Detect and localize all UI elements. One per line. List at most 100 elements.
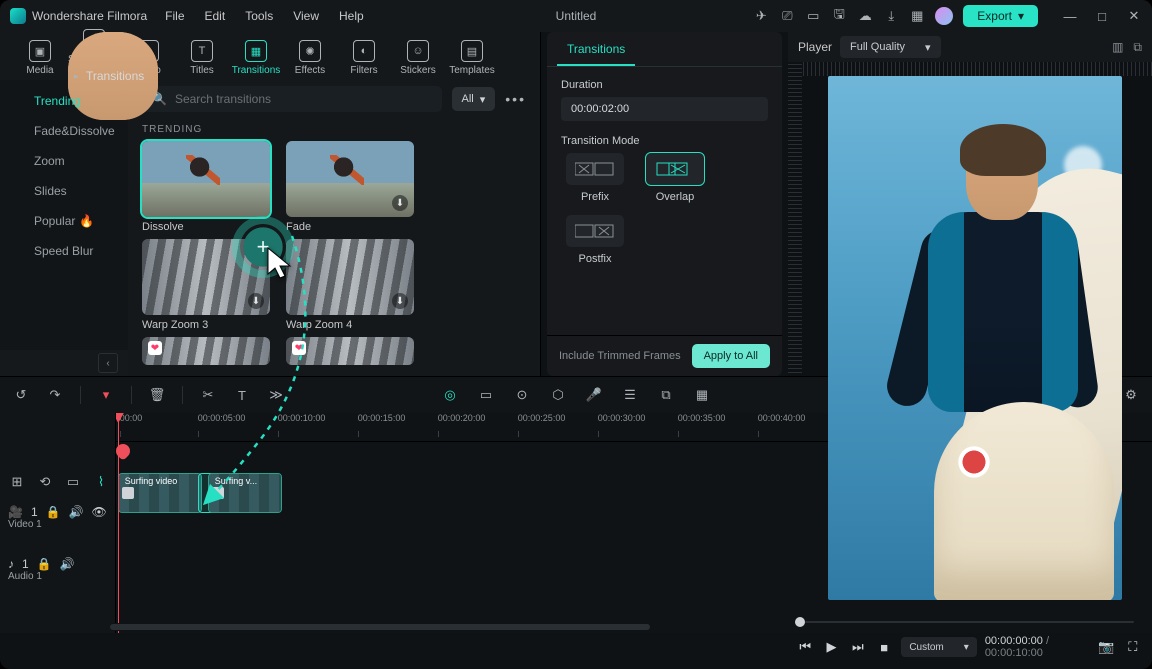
inspect-tab-transitions[interactable]: Transitions (557, 34, 635, 66)
pager-prev[interactable]: ‹ (98, 353, 118, 373)
tab-transitions[interactable]: ▦Transitions (230, 40, 282, 80)
asset-grid: 🔍 Search transitions All▾ ••• TRENDING D… (128, 80, 540, 376)
sidebar-item-speedblur[interactable]: Speed Blur (0, 236, 128, 266)
tab-titles[interactable]: TTitles (176, 40, 228, 80)
tab-effects[interactable]: ✺Effects (284, 40, 336, 80)
mode-overlap[interactable]: Overlap (641, 153, 709, 203)
menu-help[interactable]: Help (339, 9, 364, 23)
sidebar-item-popular[interactable]: Popular🔥 (0, 206, 128, 236)
preview-scrubber[interactable] (800, 618, 1134, 626)
window-minimize-icon[interactable]: ― (1062, 8, 1078, 24)
screen-icon[interactable]: ▭ (805, 8, 821, 24)
mode-postfix[interactable]: Postfix (561, 215, 629, 265)
mic-icon[interactable]: 🎤 (585, 386, 603, 404)
preview-image (828, 76, 1122, 600)
device-icon[interactable]: ⎚ (779, 8, 795, 24)
snapshot-icon[interactable]: 📷 (1097, 636, 1115, 658)
menu-tools[interactable]: Tools (245, 9, 273, 23)
more-options-icon[interactable]: ••• (505, 91, 526, 107)
track-add-icon[interactable]: ⊞ (8, 473, 26, 491)
mute-icon[interactable]: 🔊 (69, 505, 84, 519)
magnet-icon[interactable]: ⌇ (92, 473, 110, 491)
apps-icon[interactable]: ▦ (909, 8, 925, 24)
send-icon[interactable]: ✈ (753, 8, 769, 24)
duration-input[interactable]: 00:00:02:00 (561, 97, 768, 121)
download-icon[interactable]: ⬇ (248, 293, 264, 309)
thumb-dissolve[interactable]: Dissolve (142, 141, 270, 233)
menu-edit[interactable]: Edit (205, 9, 226, 23)
thumb-extra-2[interactable]: ❤ (286, 337, 414, 365)
undo-icon[interactable]: ↺ (12, 386, 30, 404)
fit-select[interactable]: Custom▾ (901, 637, 976, 657)
crop-icon[interactable]: ▭ (477, 386, 495, 404)
transitions-icon: ▦ (245, 40, 267, 62)
prev-frame-icon[interactable]: ⏮ (796, 636, 814, 658)
speed-icon[interactable]: ⊙ (513, 386, 531, 404)
next-frame-icon[interactable]: ⏭ (849, 636, 867, 658)
compare-icon[interactable]: ▥ (1112, 40, 1123, 55)
visibility-icon[interactable]: 👁 (92, 505, 107, 519)
ruler-horizontal (788, 62, 1152, 76)
document-title: Untitled (556, 9, 597, 23)
thumb-extra-1[interactable]: ❤ (142, 337, 270, 365)
menu-file[interactable]: File (165, 9, 184, 23)
mode-prefix[interactable]: Prefix (561, 153, 629, 203)
playhead[interactable] (118, 413, 119, 633)
thumb-fade[interactable]: ⬇ Fade (286, 141, 414, 233)
ai-icon[interactable]: ◎ (441, 386, 459, 404)
tab-templates[interactable]: ▤Templates (446, 40, 498, 80)
sidebar-item-trending[interactable]: Trending (0, 86, 128, 116)
download-icon[interactable]: ⬇ (392, 195, 408, 211)
settings-icon[interactable]: ⚙ (1122, 386, 1140, 404)
titles-icon: T (191, 40, 213, 62)
mute-icon[interactable]: 🔊 (60, 557, 75, 571)
player-controls: ⏮ ▶ ⏭ ■ Custom▾ 00:00:00:00 / 00:00:10:0… (796, 632, 1142, 662)
clip-1[interactable]: Surfing video (118, 473, 202, 513)
lock-icon[interactable]: 🔒 (46, 505, 61, 519)
fullscreen-icon[interactable]: ⛶ (1124, 636, 1142, 658)
lock-icon[interactable]: 🔒 (37, 557, 52, 571)
cloud-icon[interactable]: ☁ (857, 8, 873, 24)
scope-icon[interactable]: ⧉ (1133, 40, 1142, 55)
tab-media[interactable]: ▣Media (14, 40, 66, 80)
window-maximize-icon[interactable]: □ (1094, 8, 1110, 24)
ruler-vertical (788, 62, 802, 376)
clip-2[interactable]: Surfing v... (208, 473, 282, 513)
marker-icon[interactable]: ▾ (97, 386, 115, 404)
more-right-icon[interactable]: ≫ (267, 386, 285, 404)
download-icon[interactable]: ⤓ (883, 8, 899, 24)
save-icon[interactable]: 🖫 (831, 8, 847, 24)
track-link-icon[interactable]: ⟲ (36, 473, 54, 491)
menu-view[interactable]: View (293, 9, 319, 23)
play-icon[interactable]: ▶ (822, 636, 840, 658)
thumb-warp4[interactable]: ⬇ Warp Zoom 4 (286, 239, 414, 331)
shield-icon[interactable]: ⬡ (549, 386, 567, 404)
apply-to-all-button[interactable]: Apply to All (692, 344, 770, 368)
sidebar-item-zoom[interactable]: Zoom (0, 146, 128, 176)
window-close-icon[interactable]: ✕ (1126, 8, 1142, 24)
delete-icon[interactable]: 🗑 (148, 386, 166, 404)
chevron-down-icon: ▾ (1018, 9, 1024, 23)
avatar[interactable] (935, 7, 953, 25)
download-icon[interactable]: ⬇ (392, 293, 408, 309)
player-quality-select[interactable]: Full Quality▾ (840, 36, 941, 58)
track-opts-icon[interactable]: ▭ (64, 473, 82, 491)
sidebar-item-fade[interactable]: Fade&Dissolve (0, 116, 128, 146)
sidebar-item-slides[interactable]: Slides (0, 176, 128, 206)
track-head-audio[interactable]: ♪1🔒🔊 Audio 1 (0, 553, 115, 605)
grid-heading: TRENDING (142, 124, 526, 135)
inspect-panel: Transitions Duration 00:00:02:00 Transit… (547, 32, 782, 376)
stop-icon[interactable]: ■ (875, 636, 893, 658)
pip-icon[interactable]: ⧉ (657, 386, 675, 404)
adjust-icon[interactable]: ☰ (621, 386, 639, 404)
tab-filters[interactable]: ◐Filters (338, 40, 390, 80)
search-input[interactable]: 🔍 Search transitions (142, 86, 442, 112)
track-head-video[interactable]: 🎥1🔒🔊👁 Video 1 (0, 501, 115, 553)
redo-icon[interactable]: ↷ (46, 386, 64, 404)
filter-all[interactable]: All▾ (452, 87, 496, 111)
text-icon[interactable]: T (233, 386, 251, 404)
export-button[interactable]: Export▾ (963, 5, 1038, 27)
cut-icon[interactable]: ✂ (199, 386, 217, 404)
tab-stickers[interactable]: ☺Stickers (392, 40, 444, 80)
grid-icon[interactable]: ▦ (693, 386, 711, 404)
